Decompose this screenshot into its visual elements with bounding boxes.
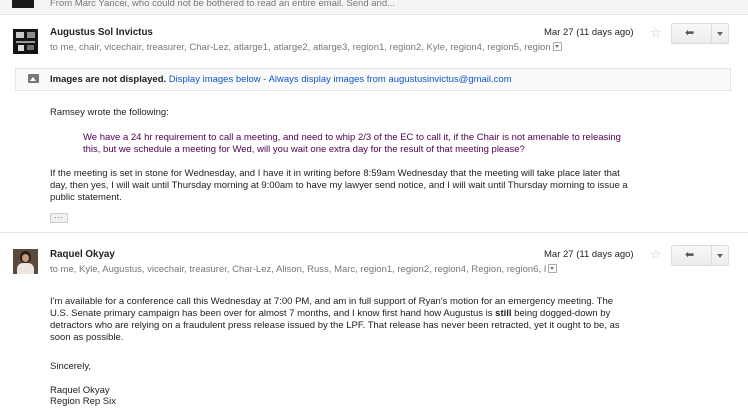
always-display-images-link[interactable]: Always display images from augustusinvic… bbox=[269, 74, 512, 85]
star-icon[interactable]: ☆ bbox=[650, 248, 662, 261]
banner-separator: - bbox=[260, 74, 269, 85]
more-options-button[interactable] bbox=[712, 24, 728, 43]
message-date: Mar 27 (11 days ago) bbox=[544, 249, 634, 260]
message-date: Mar 27 (11 days ago) bbox=[544, 27, 634, 38]
sender-name[interactable]: Augustus Sol Invictus bbox=[50, 27, 153, 38]
avatar bbox=[13, 249, 38, 274]
show-trimmed-content-button[interactable]: ... bbox=[50, 210, 68, 223]
star-icon[interactable]: ☆ bbox=[650, 26, 662, 39]
image-icon bbox=[28, 74, 39, 83]
quoted-line-1: We have a 24 hr requirement to call a me… bbox=[83, 132, 621, 143]
body-line-2-start: U.S. Senate primary campaign has been ov… bbox=[50, 308, 496, 319]
collapsed-message[interactable]: From Marc Yancei, who could not be bothe… bbox=[0, 0, 748, 15]
body-line-2: day, then yes, I will wait until Thursda… bbox=[50, 180, 628, 191]
banner-text: Images are not displayed. Display images… bbox=[50, 74, 512, 85]
banner-title: Images are not displayed. bbox=[50, 74, 167, 85]
images-not-displayed-banner: Images are not displayed. Display images… bbox=[15, 68, 731, 91]
emphasis-still: still bbox=[495, 308, 512, 319]
recipients-expand-icon[interactable] bbox=[548, 264, 558, 273]
recipients-text: to me, Kyle, Augustus, vicechair, treasu… bbox=[50, 264, 547, 275]
reply-arrow-icon: ⬅ bbox=[685, 249, 695, 261]
body-line-2-end: being dogged-down by bbox=[511, 308, 611, 319]
reply-button-group: ⬅ bbox=[671, 245, 729, 266]
collapsed-snippet[interactable]: From Marc Yancei, who could not be bothe… bbox=[50, 0, 395, 9]
recipients-line[interactable]: to me, chair, vicechair, treasurer, Char… bbox=[50, 42, 562, 53]
collapsed-avatar bbox=[12, 0, 34, 8]
body-line-4: soon as possible. bbox=[50, 332, 124, 343]
more-options-button[interactable] bbox=[712, 246, 728, 265]
reply-button[interactable]: ⬅ bbox=[672, 24, 712, 43]
body-line-3: public statement. bbox=[50, 192, 122, 203]
chevron-down-icon bbox=[717, 32, 723, 36]
display-images-below-link[interactable]: Display images below bbox=[169, 74, 261, 85]
body-line-2: U.S. Senate primary campaign has been ov… bbox=[50, 308, 610, 319]
message-divider bbox=[0, 232, 748, 233]
recipients-line[interactable]: to me, Kyle, Augustus, vicechair, treasu… bbox=[50, 264, 558, 275]
avatar bbox=[13, 29, 38, 54]
body-line-1: If the meeting is set in stone for Wedne… bbox=[50, 168, 620, 179]
signature-name: Raquel Okyay bbox=[50, 385, 110, 396]
recipients-expand-icon[interactable] bbox=[552, 42, 562, 51]
reply-button-group: ⬅ bbox=[671, 23, 729, 44]
body-line-1: I'm available for a conference call this… bbox=[50, 296, 614, 307]
body-line-3: detractors who are relying on a fraudule… bbox=[50, 320, 620, 331]
quoted-line-2: this, but we schedule a meeting for Wed,… bbox=[83, 144, 525, 155]
signature-title: Region Rep Six bbox=[50, 396, 117, 407]
closing: Sincerely, bbox=[50, 361, 92, 372]
chevron-down-icon bbox=[717, 254, 723, 258]
quote-intro: Ramsey wrote the following: bbox=[50, 107, 169, 118]
reply-arrow-icon: ⬅ bbox=[685, 27, 695, 39]
reply-button[interactable]: ⬅ bbox=[672, 246, 712, 265]
recipients-text: to me, chair, vicechair, treasurer, Char… bbox=[50, 42, 551, 53]
sender-name[interactable]: Raquel Okyay bbox=[50, 249, 115, 260]
ellipsis-label: ... bbox=[54, 210, 64, 220]
